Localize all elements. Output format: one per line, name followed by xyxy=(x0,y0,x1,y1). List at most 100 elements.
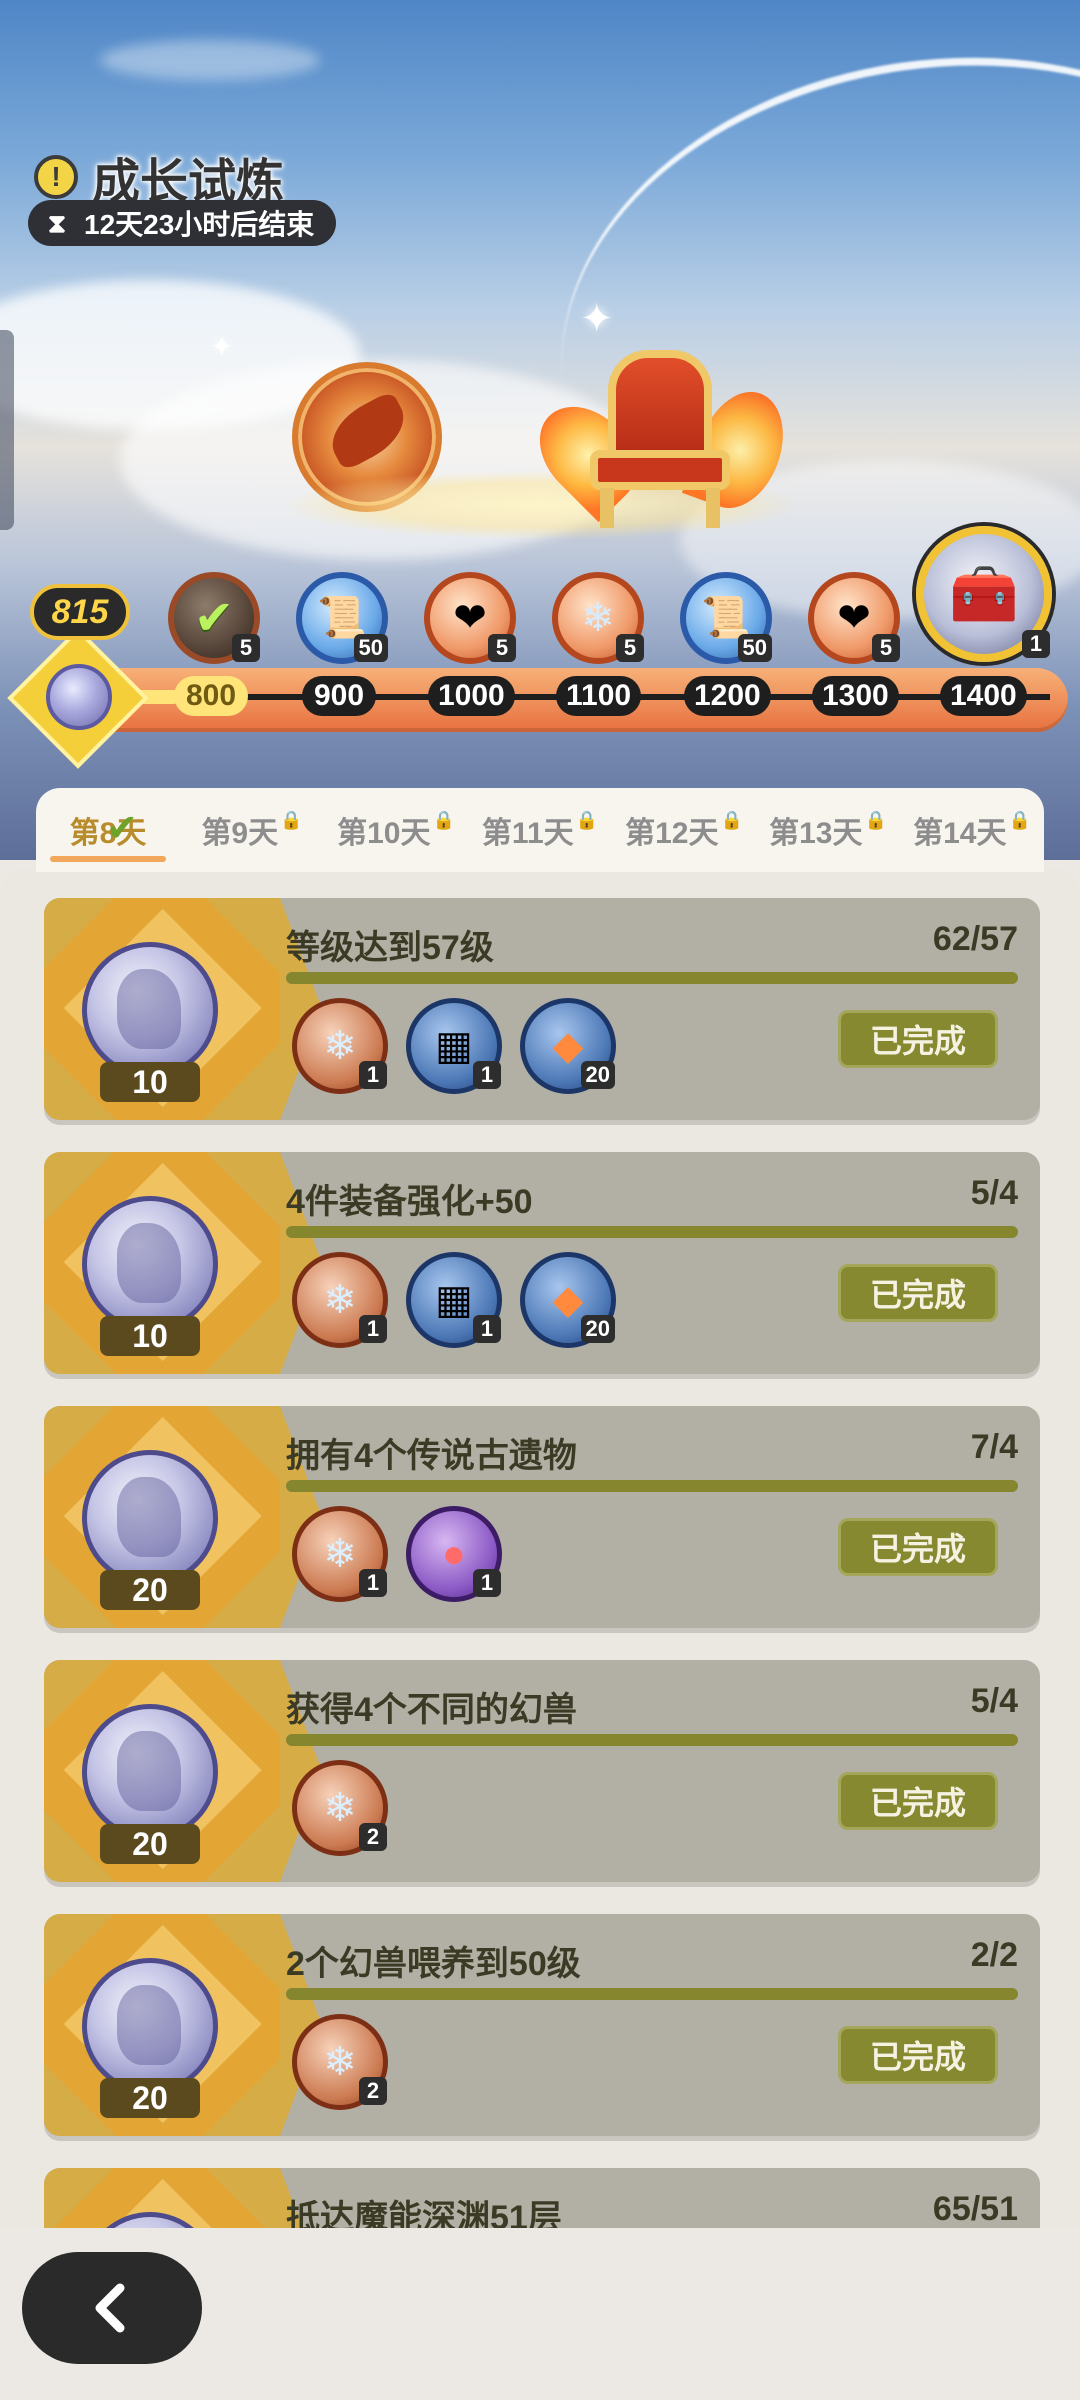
info-icon[interactable]: ! xyxy=(34,155,78,199)
task-points: 10 xyxy=(100,1316,200,1356)
scroll-icon: 📜 xyxy=(317,596,367,640)
task-progress-bar xyxy=(286,1226,1018,1238)
reward-count: 2 xyxy=(359,1823,387,1851)
lock-icon: 🔒 xyxy=(1008,809,1031,830)
fire-crystal-icon: ◆ xyxy=(552,1278,584,1322)
reward-item[interactable]: ◆ 20 xyxy=(520,998,616,1094)
reward-item[interactable]: ❄ 1 xyxy=(292,1252,388,1348)
chest-icon: 🧰 xyxy=(949,562,1019,625)
crystal-icon: ❄ xyxy=(323,1024,357,1068)
task-title: 4件装备强化+50 xyxy=(286,1183,533,1221)
reward-item[interactable]: ◆ 20 xyxy=(520,1252,616,1348)
reward-count: 1 xyxy=(473,1061,501,1089)
task-title: 等级达到57级 xyxy=(286,929,494,967)
reward-count: 20 xyxy=(580,1315,615,1343)
task-points: 20 xyxy=(100,1570,200,1610)
task-progress: 65/51 xyxy=(932,2190,1018,2228)
tab-label: 第10天 xyxy=(337,817,431,850)
timer-text: 12天23小时后结束 xyxy=(84,209,315,240)
tab-day-8[interactable]: 第8天 ✔ xyxy=(36,788,180,872)
milestone-label-1400: 1400 xyxy=(940,676,1027,716)
event-timer: ⧗ 12天23小时后结束 xyxy=(28,200,337,246)
completed-button[interactable]: 已完成 xyxy=(838,1010,998,1068)
sparkle-icon: ✦ xyxy=(210,331,234,362)
task-points: 20 xyxy=(100,1824,200,1864)
reward-item[interactable]: ❄ 2 xyxy=(292,1760,388,1856)
milestone-reward-1000[interactable]: ❤ 5 xyxy=(424,572,516,664)
task-progress-bar xyxy=(286,1988,1018,2000)
completed-button[interactable]: 已完成 xyxy=(838,2026,998,2084)
reward-item[interactable]: ❄ 2 xyxy=(292,2014,388,2110)
reward-count: 1 xyxy=(359,1315,387,1343)
reward-item[interactable]: ▦ 1 xyxy=(406,998,502,1094)
reward-count: 50 xyxy=(353,634,388,662)
task-progress-bar xyxy=(286,972,1018,984)
task-progress-bar xyxy=(286,1734,1018,1746)
tab-day-14[interactable]: 第14天 🔒 xyxy=(900,788,1044,872)
reward-item[interactable]: ▦ 1 xyxy=(406,1252,502,1348)
milestone-reward-900[interactable]: 📜 50 xyxy=(296,572,388,664)
tab-day-10[interactable]: 第10天 🔒 xyxy=(324,788,468,872)
task-progress: 5/4 xyxy=(970,1174,1018,1212)
task-list[interactable]: 10 等级达到57级 62/57 ❄ 1 ▦ 1 ◆ 20 已完成 10 4件装备强化… xyxy=(0,868,1080,2228)
tab-day-9[interactable]: 第9天 🔒 xyxy=(180,788,324,872)
task-progress-bar xyxy=(286,1480,1018,1492)
milestone-label-1300: 1300 xyxy=(812,676,899,716)
milestone-label-1200: 1200 xyxy=(684,676,771,716)
medal-coin-icon xyxy=(82,942,218,1078)
paw-gem-icon: ❤ xyxy=(453,596,487,640)
milestone-reward-1300[interactable]: ❤ 5 xyxy=(808,572,900,664)
completed-button[interactable]: 已完成 xyxy=(838,1518,998,1576)
task-card: 10 等级达到57级 62/57 ❄ 1 ▦ 1 ◆ 20 已完成 xyxy=(44,898,1040,1120)
crystal-icon: ❄ xyxy=(323,2040,357,2084)
reward-count: 5 xyxy=(232,634,260,662)
reward-count: 1 xyxy=(473,1315,501,1343)
milestone-reward-800[interactable]: ✔ 5 xyxy=(168,572,260,664)
task-title: 获得4个不同的幻兽 xyxy=(286,1691,577,1729)
day-tabs: 第8天 ✔ 第9天 🔒 第10天 🔒 第11天 🔒 第12天 🔒 第13天 🔒 第14天 🔒 xyxy=(36,788,1044,872)
task-points: 10 xyxy=(100,1062,200,1102)
paw-gem-icon: ❤ xyxy=(837,596,871,640)
lock-icon: 🔒 xyxy=(575,809,599,830)
reward-item[interactable]: ❄ 1 xyxy=(292,1506,388,1602)
tab-label: 第13天 xyxy=(769,817,863,850)
crystal-icon: ❄ xyxy=(581,596,615,640)
completed-button[interactable]: 已完成 xyxy=(838,1264,998,1322)
task-progress: 7/4 xyxy=(970,1428,1018,1466)
tab-label: 第11天 xyxy=(481,817,574,850)
tab-day-13[interactable]: 第13天 🔒 xyxy=(756,788,900,872)
reward-count: 1 xyxy=(359,1061,387,1089)
task-points: 20 xyxy=(100,2078,200,2118)
task-title: 拥有4个传说古遗物 xyxy=(286,1437,577,1475)
medal-coin-icon xyxy=(82,1704,218,1840)
reward-count: 1 xyxy=(473,1569,501,1597)
milestone-label-1100: 1100 xyxy=(556,676,642,716)
milestone-reward-1400[interactable]: 🧰 1 xyxy=(916,526,1052,662)
lock-icon: 🔒 xyxy=(280,809,303,830)
milestone-reward-1100[interactable]: ❄ 5 xyxy=(552,572,644,664)
task-progress: 62/57 xyxy=(932,920,1018,958)
reward-item[interactable]: ● 1 xyxy=(406,1506,502,1602)
back-button[interactable] xyxy=(22,2252,202,2364)
reward-count: 5 xyxy=(616,634,644,662)
hourglass-icon: ⧗ xyxy=(47,208,67,238)
crystal-icon: ❄ xyxy=(323,1278,357,1322)
tab-day-11[interactable]: 第11天 🔒 xyxy=(468,788,612,872)
reward-count: 50 xyxy=(737,634,772,662)
task-card: 20 获得4个不同的幻兽 5/4 ❄ 2 已完成 xyxy=(44,1660,1040,1882)
side-drawer-handle[interactable] xyxy=(0,330,14,530)
tab-day-12[interactable]: 第12天 🔒 xyxy=(612,788,756,872)
chevron-left-icon xyxy=(95,2283,125,2333)
reward-item[interactable]: ❄ 1 xyxy=(292,998,388,1094)
task-card: 20 拥有4个传说古遗物 7/4 ❄ 1 ● 1 已完成 xyxy=(44,1406,1040,1628)
completed-button[interactable]: 已完成 xyxy=(838,1772,998,1830)
medal-coin-icon xyxy=(46,664,112,730)
task-card: 20 2个幻兽喂养到50级 2/2 ❄ 2 已完成 xyxy=(44,1914,1040,2136)
tab-label: 第14天 xyxy=(913,817,1007,850)
medal-coin-icon xyxy=(82,1196,218,1332)
milestone-reward-1200[interactable]: 📜 50 xyxy=(680,572,772,664)
lock-icon: 🔒 xyxy=(720,809,743,830)
tab-label: 第12天 xyxy=(625,817,719,850)
task-progress: 2/2 xyxy=(970,1936,1018,1974)
check-icon: ✔ xyxy=(106,808,138,850)
